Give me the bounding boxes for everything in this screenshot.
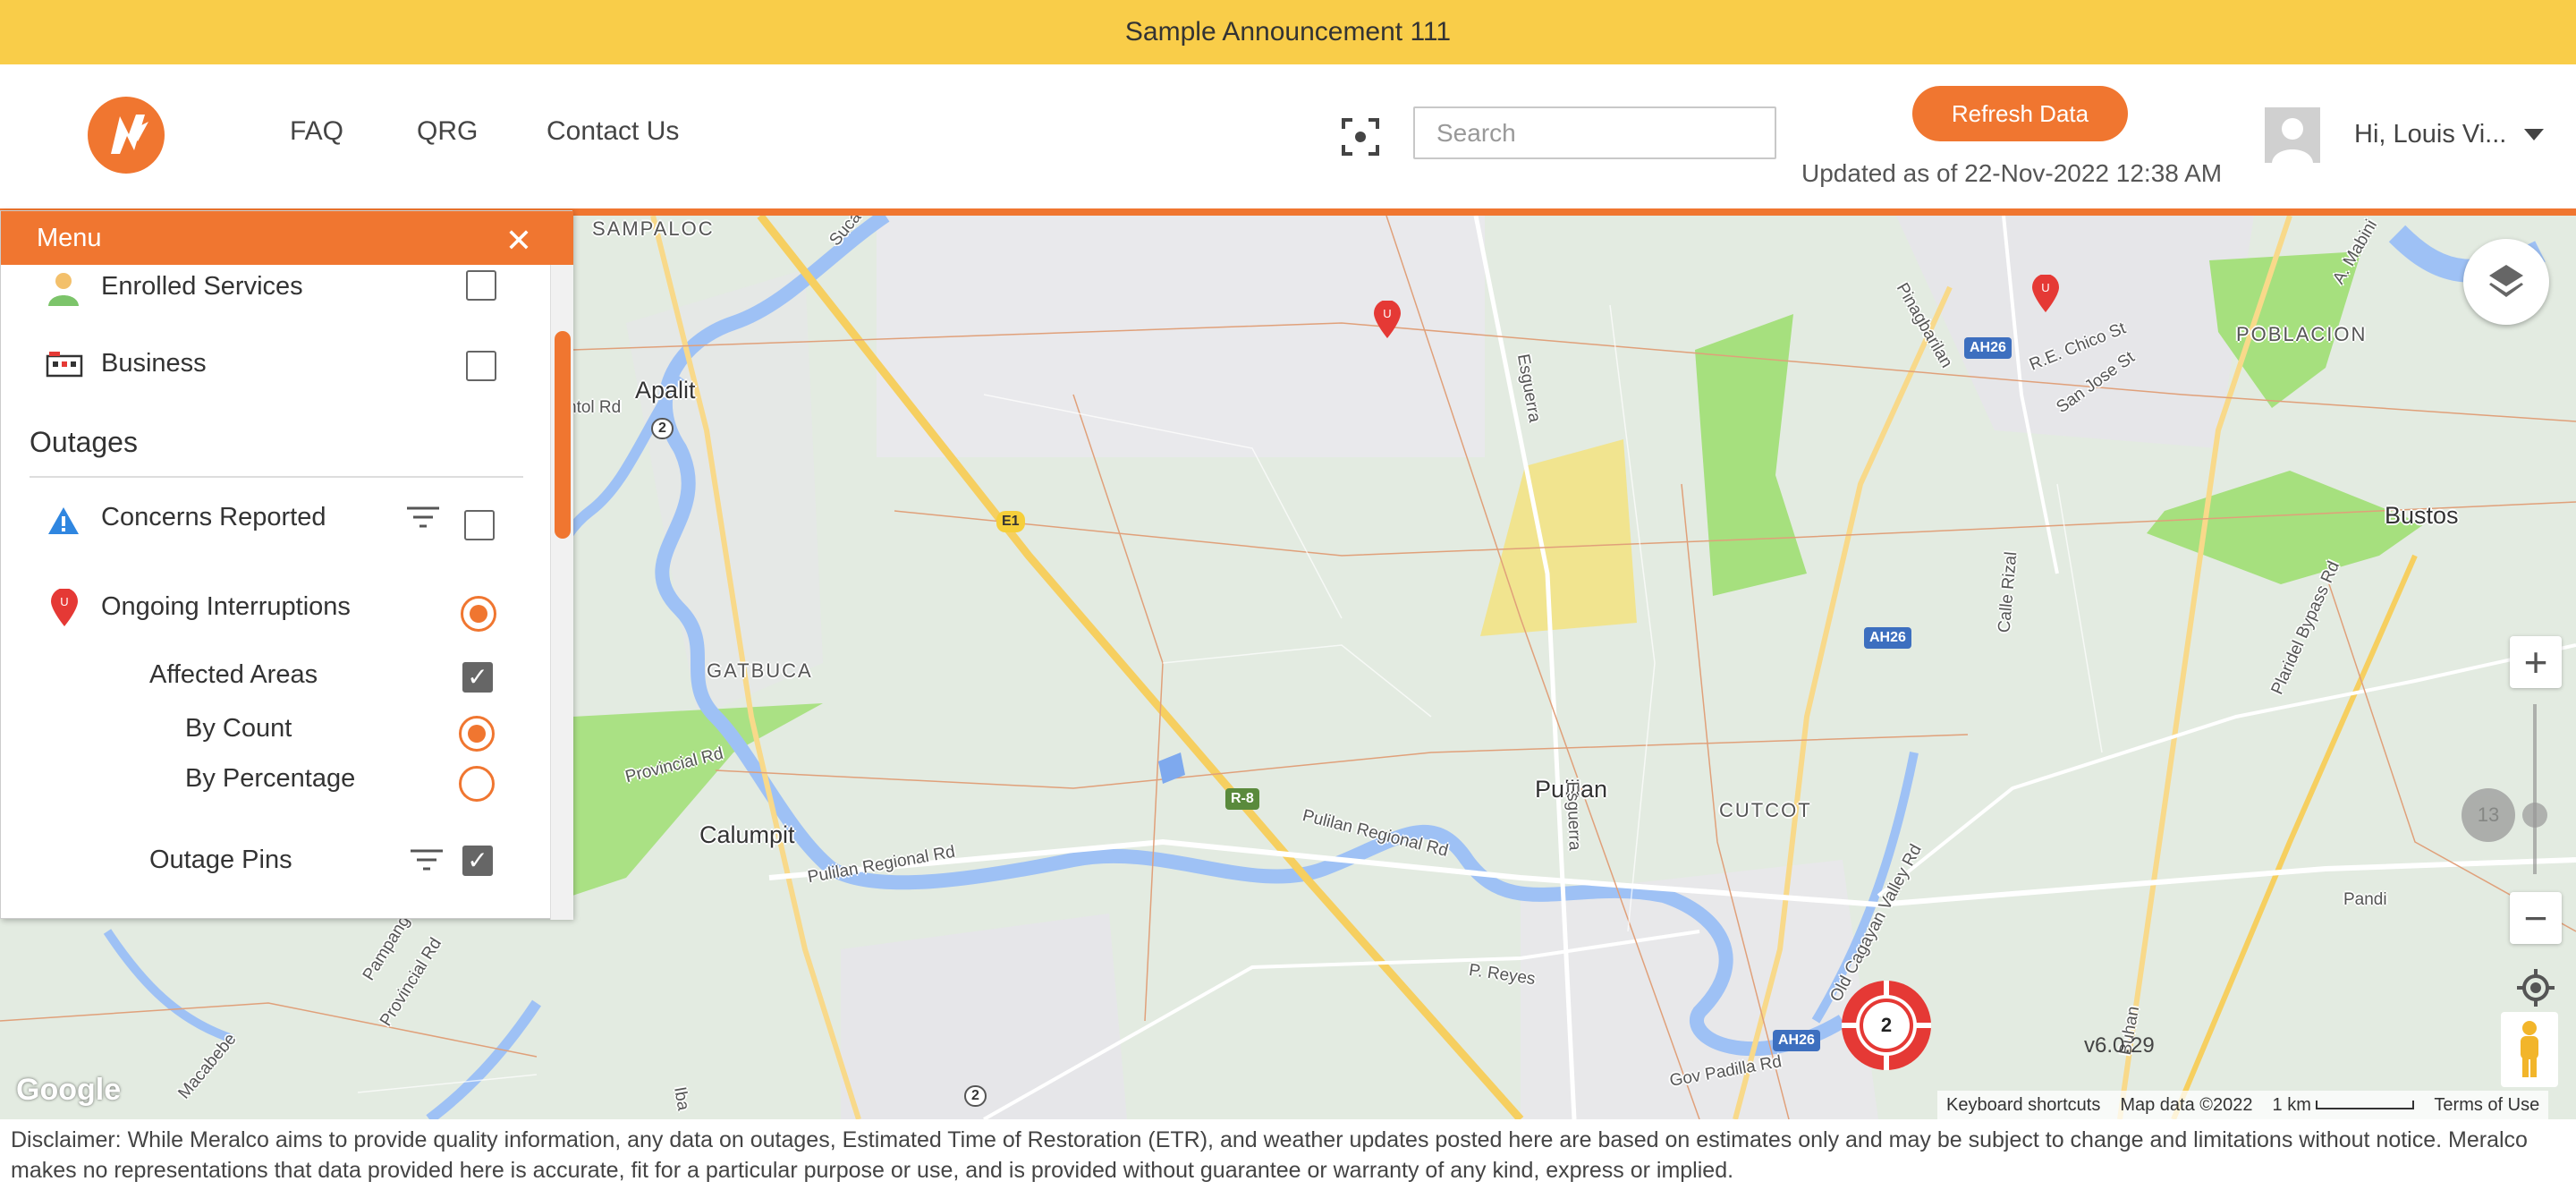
nav-qrg[interactable]: QRG (417, 116, 478, 147)
menu-scrollbar-thumb[interactable] (555, 331, 571, 539)
nav-contact-us[interactable]: Contact Us (547, 116, 679, 147)
scale-label: 1 km (2273, 1095, 2415, 1116)
place-label: POBLACION (2236, 323, 2368, 345)
user-greeting[interactable]: Hi, Louis Vi... (2354, 120, 2506, 149)
road-label: ntol Rd (567, 398, 622, 417)
menu-item-concerns-reported[interactable]: Concerns Reported (1, 496, 547, 540)
concerns-reported-checkbox[interactable] (464, 510, 495, 540)
person-icon (48, 273, 79, 306)
cluster-count: 2 (1880, 1014, 1893, 1036)
refresh-data-button[interactable]: Refresh Data (1912, 86, 2128, 141)
menu-item-label: Ongoing Interruptions (101, 592, 351, 621)
updated-timestamp: Updated as of 22-Nov-2022 12:38 AM (1801, 159, 2223, 187)
menu-item-by-percentage[interactable]: By Percentage (1, 757, 547, 802)
place-label: CUTCOT (1719, 799, 1812, 821)
menu-scrollbar[interactable] (550, 265, 573, 920)
locate-icon[interactable] (2517, 969, 2555, 1007)
place-label: Apalit (635, 377, 696, 404)
zoom-in-button[interactable]: + (2510, 636, 2562, 688)
route-shield: 2 (651, 418, 674, 439)
menu-panel: Menu ✕ Enrolled Services Business Outage… (0, 210, 573, 920)
map-attribution: Keyboard shortcuts Map data ©2022 1 km T… (1937, 1091, 2549, 1119)
pegman-button[interactable] (2501, 1012, 2558, 1087)
svg-text:U: U (2041, 281, 2049, 294)
menu-item-outage-pins[interactable]: Outage Pins ✓ (1, 838, 547, 883)
route-shield: R-8 (1225, 788, 1259, 810)
affected-areas-checkbox[interactable]: ✓ (462, 662, 493, 693)
outages-section-title: Outages (30, 426, 138, 458)
menu-item-by-count[interactable]: By Count (1, 707, 547, 752)
place-label: GATBUCA (707, 659, 813, 682)
layers-icon (2489, 265, 2523, 297)
outage-pin-icon[interactable]: U (1374, 301, 1401, 338)
menu-item-label: By Percentage (185, 764, 356, 793)
road-label: Iba (670, 1085, 693, 1112)
place-label: Bustos (2385, 502, 2459, 529)
meralco-logo[interactable] (86, 95, 166, 175)
place-label: Calumpit (699, 821, 795, 848)
avatar[interactable] (2265, 107, 2320, 163)
scan-icon[interactable] (1338, 115, 1383, 159)
outage-pins-checkbox[interactable]: ✓ (462, 846, 493, 876)
outage-cluster-marker[interactable]: 2 (1837, 976, 1936, 1075)
route-shield: 2 (964, 1085, 987, 1107)
menu-item-affected-areas[interactable]: Affected Areas ✓ (1, 653, 547, 698)
enrolled-services-checkbox[interactable] (466, 270, 496, 301)
chevron-down-icon[interactable] (2524, 129, 2544, 141)
zoom-level-knob[interactable]: 13 (2462, 788, 2515, 842)
menu-item-label: Business (101, 349, 207, 378)
close-icon[interactable]: ✕ (505, 222, 532, 259)
road-label: Pandi (2343, 890, 2387, 909)
menu-item-label: Outage Pins (149, 846, 292, 874)
keyboard-shortcuts-link[interactable]: Keyboard shortcuts (1946, 1095, 2100, 1116)
layers-button[interactable] (2463, 239, 2549, 325)
announcement-text: Sample Announcement 111 (1124, 17, 1452, 47)
outage-pin-icon: U (51, 589, 78, 626)
outage-pin-icon[interactable]: U (2032, 275, 2059, 312)
announcement-bar: Sample Announcement 111 (0, 0, 2576, 64)
app-version: v6.0.29 (2084, 1033, 2155, 1058)
menu-item-ongoing-interruptions[interactable]: U Ongoing Interruptions (1, 585, 547, 632)
menu-item-label: Affected Areas (149, 660, 318, 689)
filter-icon[interactable] (405, 505, 441, 531)
business-icon (46, 352, 83, 378)
svg-text:U: U (60, 595, 68, 608)
road-label: Esguerra (1563, 781, 1584, 851)
menu-item-label: By Count (185, 714, 292, 743)
disclaimer-text: Disclaimer: While Meralco aims to provid… (0, 1119, 2576, 1190)
nav-faq[interactable]: FAQ (290, 116, 343, 147)
map-data-credit: Map data ©2022 (2120, 1094, 2253, 1115)
search-input[interactable] (1413, 106, 1776, 159)
route-shield: AH26 (1773, 1030, 1820, 1051)
zoom-slider-track[interactable] (2533, 704, 2537, 874)
menu-item-label: Enrolled Services (101, 272, 303, 301)
zoom-slider-handle[interactable] (2522, 803, 2547, 828)
zoom-out-button[interactable]: − (2510, 892, 2562, 944)
menu-item-label: Concerns Reported (101, 503, 326, 531)
by-count-radio[interactable] (459, 716, 495, 752)
warning-icon (48, 507, 79, 534)
google-logo: Google (16, 1073, 122, 1107)
route-shield: E1 (996, 511, 1025, 532)
svg-text:U: U (1383, 307, 1391, 320)
terms-link[interactable]: Terms of Use (2434, 1095, 2539, 1116)
route-shield: AH26 (1964, 337, 2012, 359)
menu-item-enrolled-services[interactable]: Enrolled Services (1, 265, 547, 310)
filter-icon[interactable] (409, 847, 445, 874)
pegman-icon (2521, 1021, 2538, 1077)
place-label: SAMPALOC (592, 217, 715, 240)
by-percentage-radio[interactable] (459, 766, 495, 802)
menu-item-business[interactable]: Business (1, 342, 547, 387)
ongoing-interruptions-radio[interactable] (461, 596, 496, 632)
menu-title: Menu (37, 223, 102, 252)
business-checkbox[interactable] (466, 351, 496, 381)
section-divider (30, 476, 523, 478)
route-shield: AH26 (1864, 627, 1911, 649)
header: FAQ QRG Contact Us Refresh Data Updated … (0, 64, 2576, 210)
menu-header: Menu ✕ (1, 211, 573, 265)
